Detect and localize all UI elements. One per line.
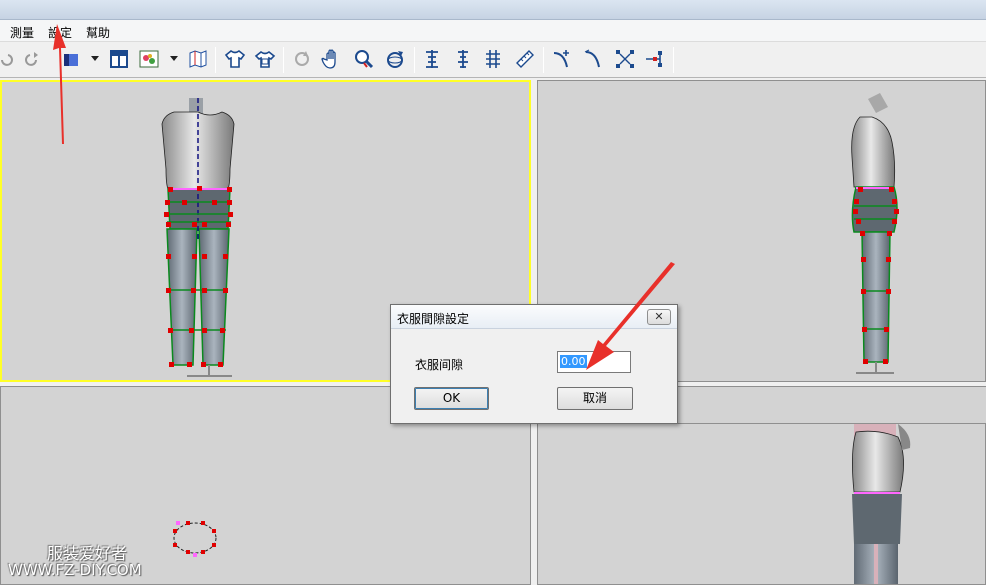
clothing-gap-input[interactable]: 0.00 (557, 351, 631, 373)
hand-icon[interactable] (321, 48, 343, 70)
watermark-url: WWW.FZ-DIY.COM (8, 561, 142, 579)
ok-button[interactable]: OK (414, 387, 489, 410)
clothing-gap-value: 0.00 (560, 355, 587, 368)
main-toolbar (0, 42, 986, 78)
perspective-mannequin-model (852, 424, 911, 584)
curve-left-icon[interactable] (551, 48, 573, 70)
point-add-icon[interactable] (644, 48, 666, 70)
dropdown-arrow-icon[interactable] (91, 56, 99, 61)
texture-icon[interactable] (138, 48, 160, 70)
orbit-icon[interactable] (384, 48, 406, 70)
redo-icon[interactable] (22, 48, 44, 70)
window-title-bar (0, 0, 986, 20)
cancel-button[interactable]: 取消 (557, 387, 633, 410)
color-fill-icon[interactable] (60, 48, 82, 70)
dropdown-arrow-icon[interactable] (170, 56, 178, 61)
menu-measure[interactable]: 測量 (10, 24, 34, 41)
measure-grid-icon[interactable] (482, 48, 504, 70)
menu-settings[interactable]: 設定 (48, 24, 72, 41)
toolbar-separator (673, 47, 674, 73)
map-icon[interactable] (187, 48, 209, 70)
undo-icon[interactable] (0, 48, 16, 70)
toolbar-separator (543, 47, 544, 73)
rotate-icon[interactable] (291, 48, 313, 70)
shirt-frame-icon[interactable] (254, 48, 276, 70)
toolbar-separator (215, 47, 216, 73)
dialog-title: 衣服間隙設定 (397, 312, 470, 326)
clothing-gap-dialog: 衣服間隙設定 ✕ 衣服间隙 0.00 OK 取消 (390, 304, 678, 424)
ruler-icon[interactable] (514, 48, 536, 70)
point-edit-icon[interactable] (614, 48, 636, 70)
zoom-icon[interactable] (353, 48, 375, 70)
perspective-view-viewport[interactable] (537, 423, 986, 585)
dialog-title-bar[interactable]: 衣服間隙設定 ✕ (391, 305, 677, 329)
close-icon[interactable]: ✕ (647, 309, 671, 325)
toolbar-separator (414, 47, 415, 73)
layout-icon[interactable] (108, 48, 130, 70)
toolbar-separator (283, 47, 284, 73)
shirt-icon[interactable] (224, 48, 246, 70)
measure-side-icon[interactable] (452, 48, 474, 70)
curve-right-icon[interactable] (582, 48, 604, 70)
clothing-gap-label: 衣服间隙 (415, 358, 464, 372)
menu-help[interactable]: 幫助 (86, 24, 110, 41)
measure-front-icon[interactable] (421, 48, 443, 70)
menu-bar: 測量 設定 幫助 (0, 20, 986, 42)
